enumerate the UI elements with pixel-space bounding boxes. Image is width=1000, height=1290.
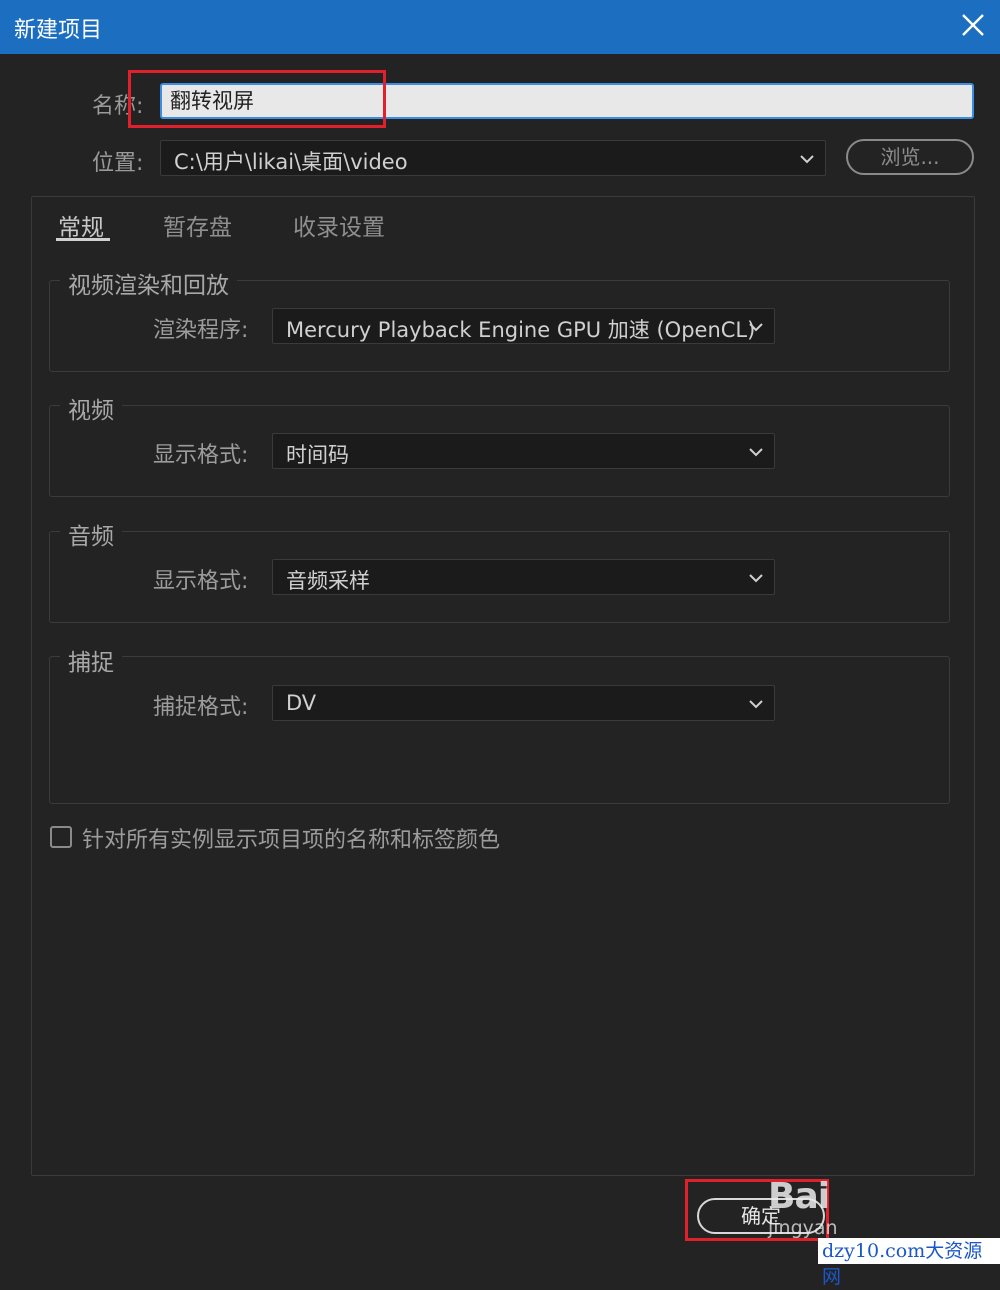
- label-colors-checkbox-label: 针对所有实例显示项目项的名称和标签颜色: [82, 828, 501, 853]
- capture-format-value: DV: [286, 691, 317, 715]
- jingyan-watermark: jingyan: [768, 1217, 838, 1239]
- location-label: 位置:: [92, 151, 144, 176]
- chevron-down-icon: [749, 574, 763, 583]
- renderer-label: 渲染程序:: [153, 318, 249, 343]
- active-tab-indicator: [56, 238, 110, 241]
- audio-format-select[interactable]: 音频采样: [272, 559, 775, 595]
- chevron-down-icon: [749, 323, 763, 332]
- title-bar: 新建项目: [0, 0, 1000, 54]
- site-watermark: dzy10.com大资源网: [818, 1238, 1000, 1288]
- group-capture-title: 捕捉: [60, 643, 122, 677]
- baidu-watermark: Bai: [768, 1176, 830, 1217]
- group-video-title: 视频: [60, 391, 122, 425]
- highlight-box-name: [128, 70, 386, 128]
- window-title: 新建项目: [14, 18, 103, 43]
- audio-format-value: 音频采样: [286, 569, 370, 593]
- group-render-title: 视频渲染和回放: [60, 266, 237, 300]
- chevron-down-icon: [749, 448, 763, 457]
- audio-format-label: 显示格式:: [153, 569, 249, 594]
- renderer-select[interactable]: Mercury Playback Engine GPU 加速 (OpenCL): [272, 308, 775, 344]
- capture-format-label: 捕捉格式:: [153, 695, 249, 720]
- label-colors-checkbox[interactable]: [50, 826, 72, 848]
- browse-button[interactable]: 浏览...: [846, 139, 974, 175]
- video-format-value: 时间码: [286, 443, 349, 467]
- group-audio-title: 音频: [60, 517, 122, 551]
- renderer-value: Mercury Playback Engine GPU 加速 (OpenCL): [286, 318, 756, 342]
- chevron-down-icon: [749, 700, 763, 709]
- chevron-down-icon: [800, 155, 814, 164]
- tab-ingest-settings[interactable]: 收录设置: [293, 208, 385, 242]
- tab-scratch-disks[interactable]: 暂存盘: [163, 208, 232, 242]
- capture-format-select[interactable]: DV: [272, 685, 775, 721]
- location-select[interactable]: C:\用户\likai\桌面\video: [160, 140, 826, 176]
- video-format-label: 显示格式:: [153, 443, 249, 468]
- group-capture: [49, 656, 950, 804]
- close-icon[interactable]: [960, 12, 986, 38]
- video-format-select[interactable]: 时间码: [272, 433, 775, 469]
- location-value: C:\用户\likai\桌面\video: [174, 150, 408, 174]
- tab-general[interactable]: 常规: [58, 208, 104, 242]
